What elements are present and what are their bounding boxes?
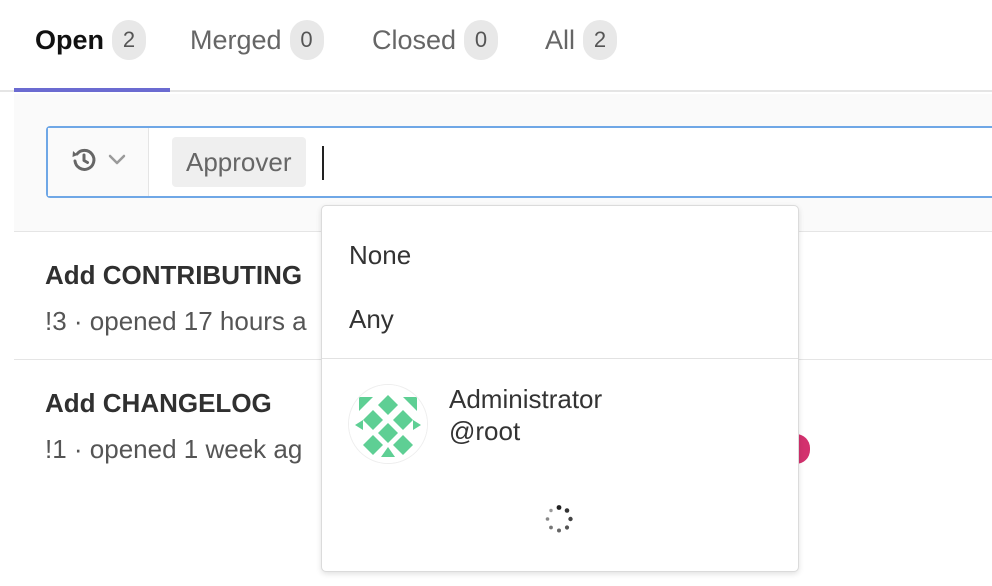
filtered-search-box[interactable]: Approver xyxy=(46,126,992,198)
tab-merged-label: Merged xyxy=(190,24,282,55)
tab-all-count: 2 xyxy=(583,20,618,60)
recent-searches-button[interactable] xyxy=(48,128,149,196)
tab-closed-count: 0 xyxy=(464,20,499,60)
avatar xyxy=(348,384,428,464)
active-tab-indicator xyxy=(14,88,170,92)
merge-request-tabs: Open 2 Merged 0 Closed 0 All 2 xyxy=(0,0,992,92)
chevron-down-icon xyxy=(108,153,126,171)
tab-merged-count: 0 xyxy=(289,20,324,60)
tab-closed[interactable]: Closed 0 xyxy=(372,18,499,62)
merge-request-title[interactable]: Add CHANGELOG xyxy=(45,388,272,419)
history-icon xyxy=(70,146,98,179)
approver-token-label: Approver xyxy=(186,146,292,177)
dropdown-user-item[interactable]: Administrator @root xyxy=(348,384,768,468)
merge-request-meta: !1 · opened 1 week ag xyxy=(45,434,303,464)
user-handle: @root xyxy=(449,416,521,446)
loading-spinner-icon xyxy=(544,504,574,534)
approver-dropdown: None Any Administrator @root xyxy=(321,205,799,572)
dropdown-option-none[interactable]: None xyxy=(349,240,411,271)
tab-open-label: Open xyxy=(35,24,105,55)
merge-request-meta: !3 · opened 17 hours a xyxy=(45,306,307,336)
approver-filter-token[interactable]: Approver xyxy=(172,137,306,187)
dropdown-option-any[interactable]: Any xyxy=(349,304,394,335)
merge-request-title[interactable]: Add CONTRIBUTING xyxy=(45,260,302,291)
user-name: Administrator xyxy=(449,384,603,414)
tab-merged[interactable]: Merged 0 xyxy=(190,18,324,62)
dropdown-divider xyxy=(322,358,798,359)
tab-open-count: 2 xyxy=(112,20,147,60)
tab-all-label: All xyxy=(545,24,576,55)
tab-all[interactable]: All 2 xyxy=(545,18,618,62)
text-cursor xyxy=(322,146,324,180)
tab-open[interactable]: Open 2 xyxy=(35,18,147,62)
tab-closed-label: Closed xyxy=(372,24,457,55)
